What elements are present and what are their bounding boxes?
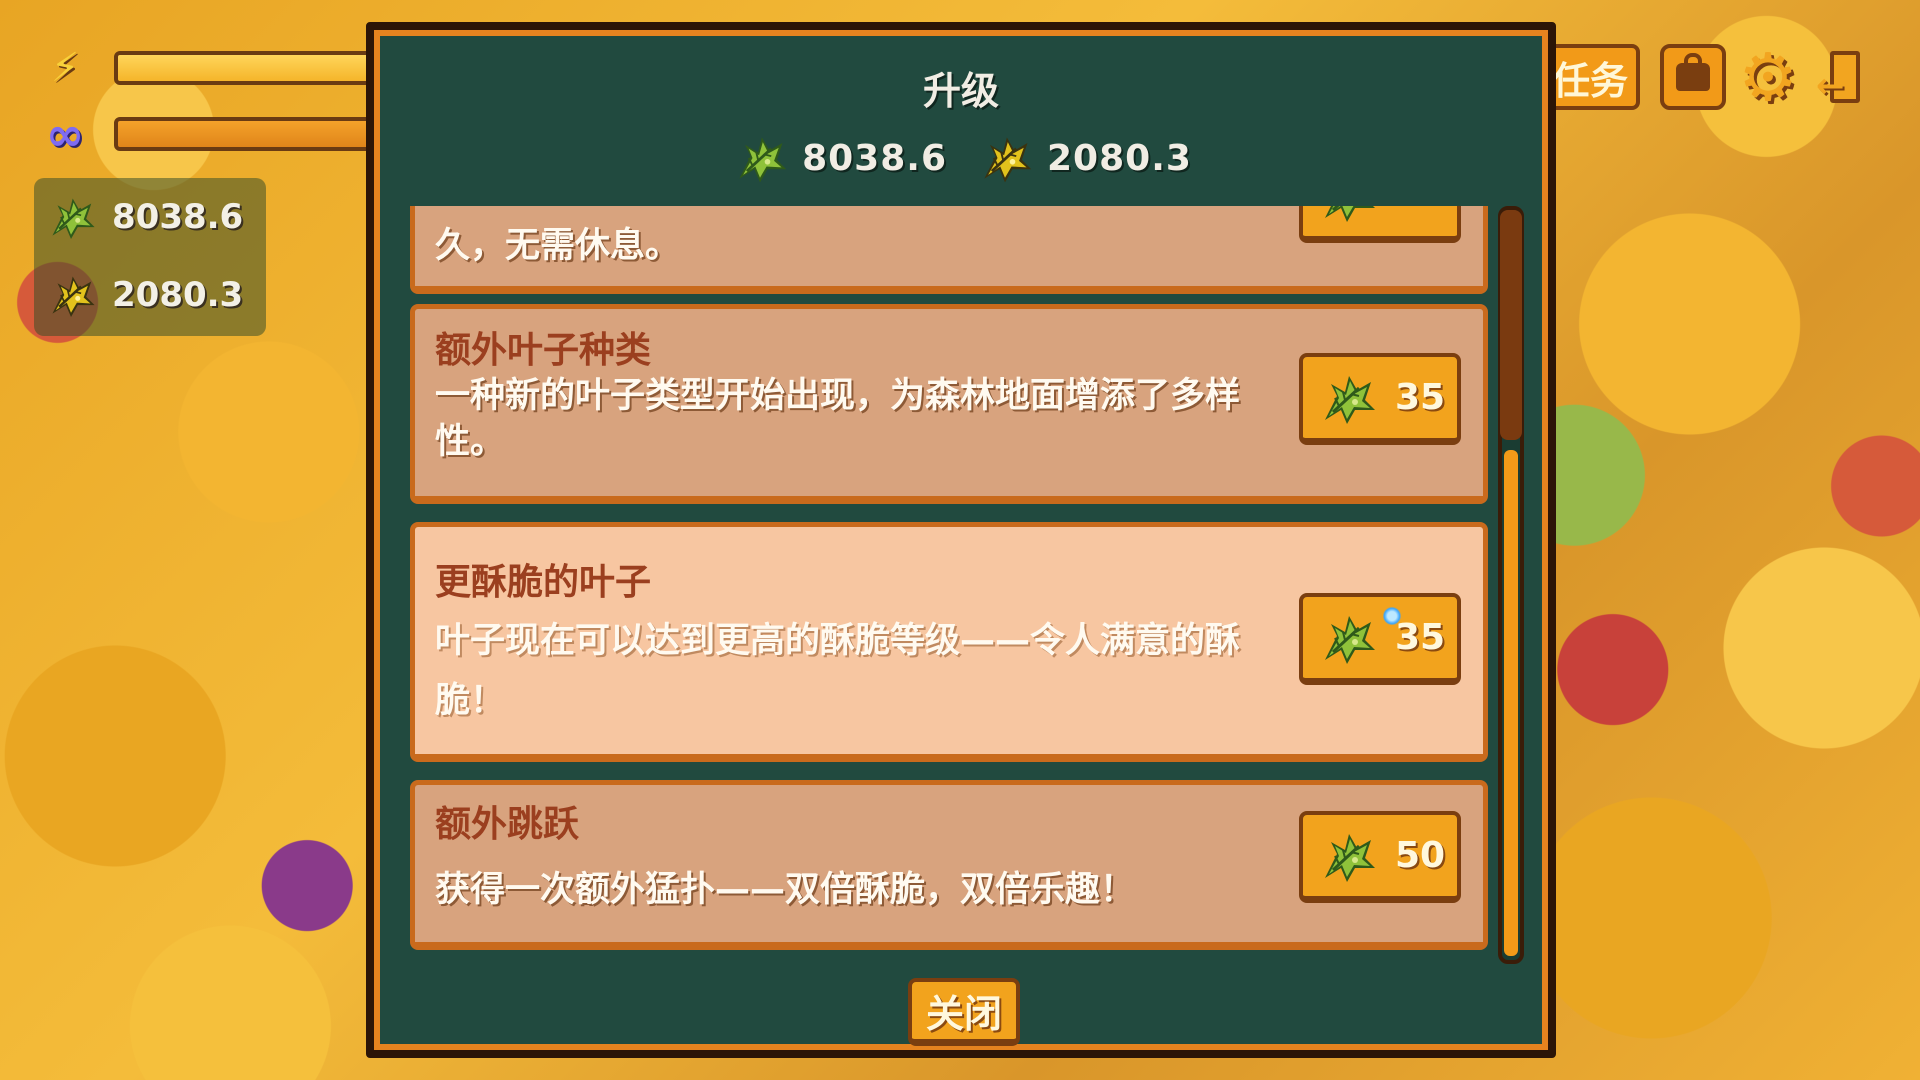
gear-icon: ⚙ — [1738, 38, 1798, 116]
green-leaf-amount: 8038.6 — [112, 197, 244, 237]
scrollbar[interactable] — [1498, 206, 1524, 964]
upgrade-title: 额外跳跃 — [435, 804, 580, 845]
upgrade-card[interactable]: 额外跳跃 获得一次额外猛扑——双倍酥脆，双倍乐趣！ 50 — [410, 780, 1488, 950]
upgrade-description: 一种新的叶子类型开始出现，为森林地面增添了多样性。 — [435, 376, 1241, 462]
infinity-icon: ∞ — [45, 107, 85, 161]
green-leaf-icon — [1315, 366, 1379, 430]
green-leaf-counter: 8038.6 — [44, 190, 243, 244]
green-leaf-currency: 8038.6 — [730, 128, 947, 188]
energy-bar — [114, 51, 374, 85]
green-leaf-icon — [44, 190, 98, 244]
buy-button[interactable]: 35 — [1299, 593, 1461, 685]
currency-row: 8038.6 2080.3 — [374, 128, 1548, 188]
close-button[interactable]: 关闭 — [908, 978, 1020, 1046]
bag-icon — [1676, 53, 1710, 91]
upgrade-price: 50 — [1395, 835, 1446, 876]
gold-leaf-value: 2080.3 — [1047, 137, 1192, 179]
upgrade-description: 久，无需休息。 — [435, 226, 681, 266]
game-screen: ⚡ ∞ 8038.6 2080.3 任务 ⚙ ← 升级 8038.6 2080.… — [0, 0, 1920, 1080]
modal-title: 升级 — [922, 69, 999, 113]
upgrade-title: 额外叶子种类 — [435, 330, 652, 371]
cursor-indicator — [1383, 607, 1401, 625]
gold-leaf-icon — [975, 128, 1035, 188]
gold-leaf-currency: 2080.3 — [975, 128, 1192, 188]
upgrade-modal: 升级 8038.6 2080.3 久，无需休息。 额外叶子种类 一种新的叶子类型… — [366, 22, 1556, 1058]
resource-panel: 8038.6 2080.3 — [34, 178, 266, 336]
lightning-icon: ⚡ — [50, 45, 80, 91]
upgrade-description: 叶子现在可以达到更高的酥脆等级——令人满意的酥脆！ — [435, 621, 1241, 721]
scrollbar-track[interactable] — [1504, 450, 1518, 956]
green-leaf-icon — [730, 128, 790, 188]
inventory-button[interactable] — [1660, 44, 1726, 110]
energy-row: ⚡ — [40, 45, 374, 91]
close-label: 关闭 — [925, 992, 1002, 1036]
upgrade-title: 更酥脆的叶子 — [435, 562, 652, 603]
settings-button[interactable]: ⚙ — [1735, 39, 1801, 116]
upgrade-price: 35 — [1395, 617, 1446, 658]
upgrade-price: 35 — [1395, 377, 1446, 418]
upgrade-card[interactable]: 更酥脆的叶子 叶子现在可以达到更高的酥脆等级——令人满意的酥脆！ 35 — [410, 522, 1488, 762]
green-leaf-icon — [1315, 606, 1379, 670]
infinity-bar — [114, 117, 374, 151]
buy-button[interactable] — [1299, 206, 1461, 243]
upgrade-list[interactable]: 久，无需休息。 额外叶子种类 一种新的叶子类型开始出现，为森林地面增添了多样性。… — [410, 206, 1490, 962]
gold-leaf-icon — [44, 268, 98, 322]
green-leaf-value: 8038.6 — [802, 137, 947, 179]
upgrade-card[interactable]: 久，无需休息。 — [410, 206, 1488, 294]
gold-leaf-counter: 2080.3 — [44, 268, 243, 322]
gold-leaf-amount: 2080.3 — [112, 275, 244, 315]
scrollbar-thumb[interactable] — [1500, 210, 1522, 440]
exit-button[interactable]: ← — [1812, 44, 1878, 110]
buy-button[interactable]: 50 — [1299, 811, 1461, 903]
arrow-left-icon: ← — [1816, 66, 1845, 106]
green-leaf-icon — [1315, 206, 1379, 228]
green-leaf-icon — [1315, 824, 1379, 888]
upgrade-card[interactable]: 额外叶子种类 一种新的叶子类型开始出现，为森林地面增添了多样性。 35 — [410, 304, 1488, 504]
upgrade-description: 获得一次额外猛扑——双倍酥脆，双倍乐趣！ — [435, 870, 1136, 910]
quest-label: 任务 — [1551, 58, 1628, 103]
infinity-row: ∞ — [40, 107, 374, 161]
buy-button[interactable]: 35 — [1299, 353, 1461, 445]
